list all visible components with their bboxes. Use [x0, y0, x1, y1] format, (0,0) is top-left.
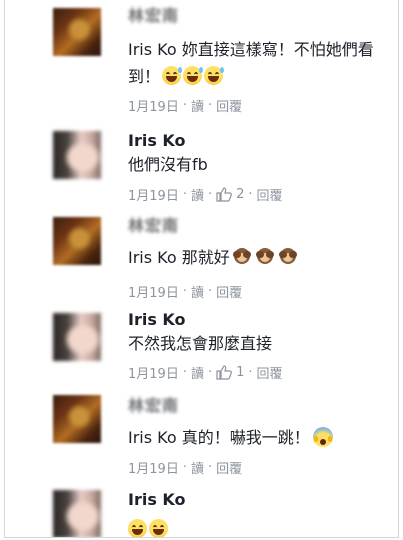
comment-text-content: 他們沒有fb [128, 155, 208, 174]
timestamp[interactable]: 1月19日 [128, 96, 179, 115]
comment: Iris Ko 不然我怎會那麼直接 1月19日 · 讀 · 1 · 回覆 [5, 305, 398, 390]
grinning-sweat-emoji-icon [204, 66, 225, 85]
avatar[interactable] [53, 217, 101, 265]
comment: 林宏南 Iris Ko 妳直接這樣寫！不怕她們看到！ 1月19日 · 讀 · 回… [5, 0, 398, 125]
thumbs-up-icon[interactable] [216, 187, 233, 202]
see-no-evil-monkey-icon [231, 247, 253, 266]
tears-of-joy-emoji-icon [149, 519, 168, 537]
avatar[interactable] [53, 395, 101, 443]
reply-link[interactable]: 回覆 [216, 282, 242, 301]
avatar[interactable] [53, 8, 101, 56]
comment: Iris Ko 他們沒有fb 1月19日 · 讀 · 2 · 回覆 [5, 125, 398, 205]
comment-text: 不然我怎會那麼直接 [128, 330, 388, 357]
avatar[interactable] [53, 313, 101, 361]
comment-text: Iris Ko 那就好 [128, 244, 388, 271]
separator: · [182, 187, 187, 202]
comment-text-content: 不然我怎會那麼直接 [128, 334, 273, 353]
reply-link[interactable]: 回覆 [216, 458, 242, 477]
comment-meta: 1月19日 · 讀 · 回覆 [128, 458, 242, 477]
comment-text [128, 516, 388, 537]
separator: · [182, 460, 187, 475]
separator: · [182, 284, 187, 299]
commenter-name[interactable]: 林宏南 [128, 212, 179, 236]
grinning-sweat-emoji-icon [183, 66, 204, 85]
separator: · [207, 284, 213, 299]
read-link[interactable]: 讀 [191, 363, 204, 382]
see-no-evil-monkey-icon [254, 247, 276, 266]
face-screaming-in-fear-icon [312, 427, 333, 447]
timestamp[interactable]: 1月19日 [128, 363, 179, 382]
commenter-name[interactable]: 林宏南 [128, 2, 179, 26]
comment-text: 他們沒有fb [128, 151, 388, 178]
separator: · [207, 460, 213, 475]
separator: · [182, 98, 187, 113]
comment-meta: 1月19日 · 讀 · 1 · 回覆 [128, 363, 283, 382]
see-no-evil-monkey-icon [277, 247, 299, 266]
reply-link[interactable]: 回覆 [257, 185, 283, 204]
read-link[interactable]: 讀 [191, 282, 204, 301]
commenter-name[interactable]: Iris Ko [128, 490, 186, 509]
commenter-name[interactable]: 林宏南 [128, 392, 179, 416]
read-link[interactable]: 讀 [191, 96, 204, 115]
separator: · [207, 98, 213, 113]
timestamp[interactable]: 1月19日 [128, 185, 179, 204]
comment-text-content: Iris Ko 真的！嚇我一跳！ [128, 428, 310, 447]
timestamp[interactable]: 1月19日 [128, 458, 179, 477]
separator: · [248, 187, 253, 202]
commenter-name[interactable]: Iris Ko [128, 131, 186, 150]
comment-text-content: Iris Ko 那就好 [128, 248, 230, 267]
tears-of-joy-emoji-icon [128, 519, 147, 537]
separator: · [207, 365, 213, 380]
comment: 林宏南 Iris Ko 真的！嚇我一跳！ 1月19日 · 讀 · 回覆 [5, 390, 398, 485]
comment: Iris Ko [5, 485, 398, 537]
comment-meta: 1月19日 · 讀 · 回覆 [128, 96, 242, 115]
reply-link[interactable]: 回覆 [216, 96, 242, 115]
timestamp[interactable]: 1月19日 [128, 282, 179, 301]
reply-link[interactable]: 回覆 [257, 363, 283, 382]
like-count: 2 [236, 187, 245, 202]
comment-meta: 1月19日 · 讀 · 回覆 [128, 282, 242, 301]
read-link[interactable]: 讀 [191, 185, 204, 204]
comment-text: Iris Ko 妳直接這樣寫！不怕她們看到！ [128, 36, 388, 90]
comment-text: Iris Ko 真的！嚇我一跳！ [128, 424, 388, 451]
like-count: 1 [236, 365, 245, 380]
separator: · [207, 187, 213, 202]
thumbs-up-icon[interactable] [216, 365, 233, 380]
comment: 林宏南 Iris Ko 那就好 1月19日 · 讀 · 回覆 [5, 205, 398, 305]
avatar[interactable] [53, 131, 101, 179]
avatar[interactable] [53, 490, 101, 537]
grinning-sweat-emoji-icon [162, 66, 183, 85]
commenter-name[interactable]: Iris Ko [128, 310, 186, 329]
read-link[interactable]: 讀 [191, 458, 204, 477]
separator: · [182, 365, 187, 380]
comment-thread: 林宏南 Iris Ko 妳直接這樣寫！不怕她們看到！ 1月19日 · 讀 · 回… [4, 0, 399, 538]
comment-meta: 1月19日 · 讀 · 2 · 回覆 [128, 185, 283, 204]
separator: · [248, 365, 253, 380]
